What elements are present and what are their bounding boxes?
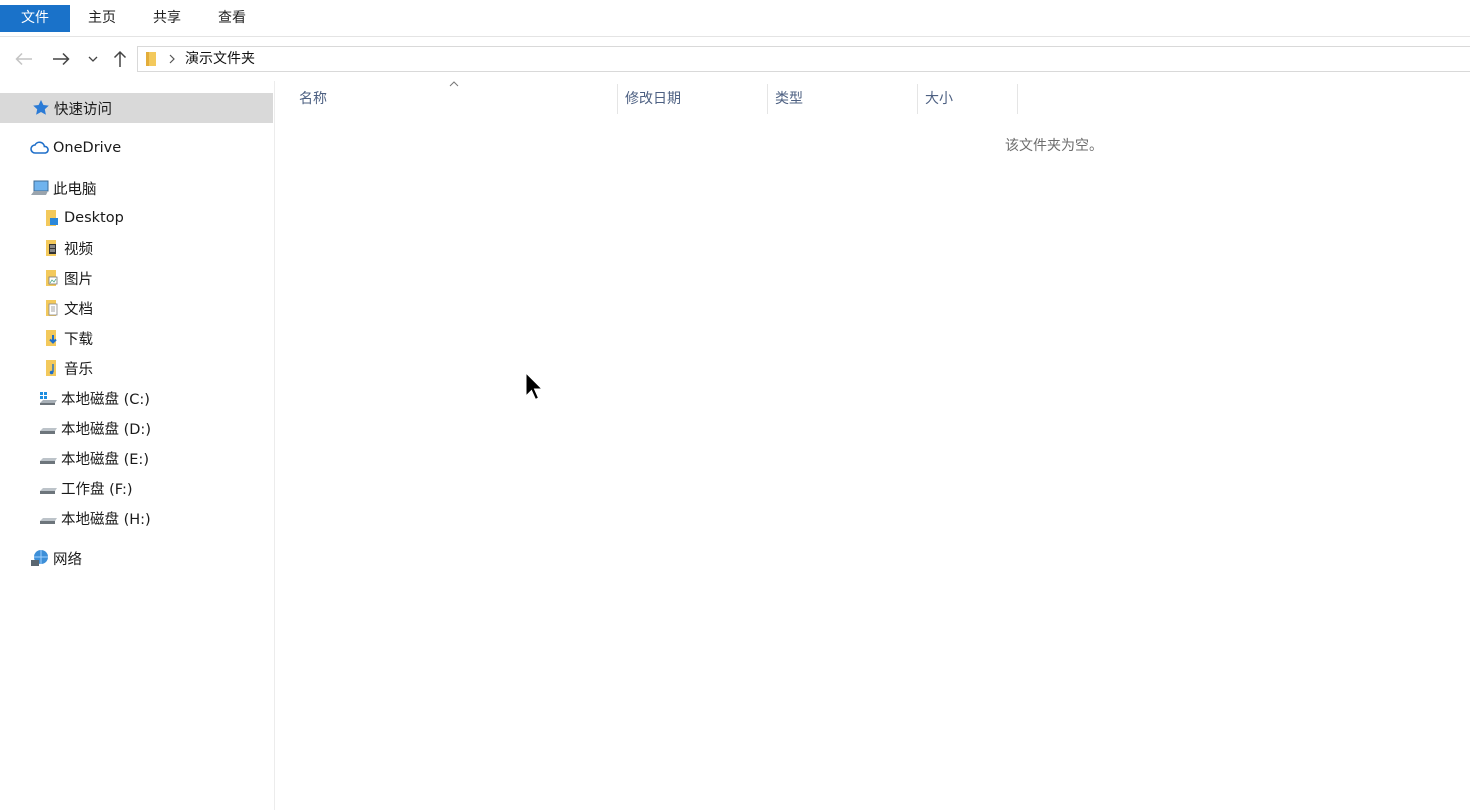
sidebar-item-pictures[interactable]: 图片: [41, 263, 93, 293]
sidebar-item-label: 此电脑: [53, 181, 97, 198]
tab-file[interactable]: 文件: [0, 5, 70, 32]
sidebar-item-label: 下载: [64, 331, 93, 348]
sidebar-item-label: 本地磁盘 (H:): [61, 511, 151, 528]
ribbon: 文件 主页 共享 查看: [0, 0, 1470, 37]
network-icon: [30, 548, 50, 568]
sidebar-item-label: 本地磁盘 (E:): [61, 451, 149, 468]
windows-drive-icon: [38, 388, 58, 408]
empty-folder-message: 该文件夹为空。: [1005, 138, 1103, 154]
sidebar-item-drive-c[interactable]: 本地磁盘 (C:): [38, 383, 150, 413]
sidebar-item-label: Desktop: [64, 210, 124, 226]
sidebar-item-label: 文档: [64, 301, 93, 318]
arrow-right-icon: [53, 52, 70, 66]
sidebar-item-label: 视频: [64, 241, 93, 258]
column-header-type[interactable]: 类型: [768, 84, 918, 114]
forward-button[interactable]: [51, 49, 71, 69]
downloads-folder-icon: [41, 328, 61, 348]
sidebar-item-label: 本地磁盘 (D:): [61, 421, 151, 438]
music-folder-icon: [41, 358, 61, 378]
star-icon: [31, 98, 51, 118]
computer-icon: [30, 178, 50, 198]
recent-locations-button[interactable]: [83, 49, 103, 69]
sidebar-item-onedrive[interactable]: OneDrive: [30, 133, 121, 163]
sidebar-item-videos[interactable]: 视频: [41, 233, 93, 263]
sidebar-item-drive-h[interactable]: 本地磁盘 (H:): [38, 503, 151, 533]
tab-home[interactable]: 主页: [77, 5, 127, 32]
sidebar-item-quick-access[interactable]: 快速访问: [0, 93, 273, 123]
navigation-pane: 快速访问 OneDrive 此电脑 Desktop 视频 图片 文档 下载 音乐…: [0, 81, 275, 810]
pictures-folder-icon: [41, 268, 61, 288]
drive-icon: [38, 478, 58, 498]
sidebar-item-label: 音乐: [64, 361, 93, 378]
address-bar[interactable]: 演示文件夹: [137, 46, 1470, 72]
drive-icon: [38, 418, 58, 438]
sidebar-item-drive-e[interactable]: 本地磁盘 (E:): [38, 443, 149, 473]
column-header-date-modified[interactable]: 修改日期: [618, 84, 768, 114]
tab-view[interactable]: 查看: [207, 5, 257, 32]
back-button[interactable]: [14, 49, 34, 69]
cloud-icon: [30, 138, 50, 158]
sidebar-item-network[interactable]: 网络: [30, 543, 82, 573]
chevron-right-icon: [169, 54, 175, 64]
documents-folder-icon: [41, 298, 61, 318]
sidebar-item-label: 工作盘 (F:): [61, 481, 133, 498]
chevron-down-icon: [88, 56, 98, 62]
sidebar-item-label: 网络: [53, 551, 82, 568]
sidebar-item-downloads[interactable]: 下载: [41, 323, 93, 353]
sidebar-item-label: 图片: [64, 271, 93, 288]
sidebar-item-drive-d[interactable]: 本地磁盘 (D:): [38, 413, 151, 443]
sidebar-item-label: 快速访问: [54, 101, 112, 118]
desktop-folder-icon: [41, 208, 61, 228]
sidebar-item-documents[interactable]: 文档: [41, 293, 93, 323]
column-header-name[interactable]: 名称: [292, 84, 618, 114]
sidebar-item-label: 本地磁盘 (C:): [61, 391, 150, 408]
column-header-size[interactable]: 大小: [918, 84, 1018, 114]
sidebar-item-label: OneDrive: [53, 140, 122, 156]
sidebar-item-desktop[interactable]: Desktop: [41, 203, 124, 233]
up-button[interactable]: [110, 49, 130, 69]
sidebar-item-music[interactable]: 音乐: [41, 353, 93, 383]
drive-icon: [38, 508, 58, 528]
mouse-cursor-icon: [525, 372, 543, 401]
navigation-bar: 演示文件夹: [0, 37, 1470, 81]
tab-share[interactable]: 共享: [142, 5, 192, 32]
arrow-left-icon: [15, 52, 32, 66]
sidebar-item-drive-f[interactable]: 工作盘 (F:): [38, 473, 133, 503]
address-path[interactable]: 演示文件夹: [185, 50, 255, 68]
arrow-up-icon: [113, 50, 127, 67]
sidebar-item-this-pc[interactable]: 此电脑: [30, 173, 97, 203]
drive-icon: [38, 448, 58, 468]
folder-icon: [146, 52, 156, 66]
video-folder-icon: [41, 238, 61, 258]
